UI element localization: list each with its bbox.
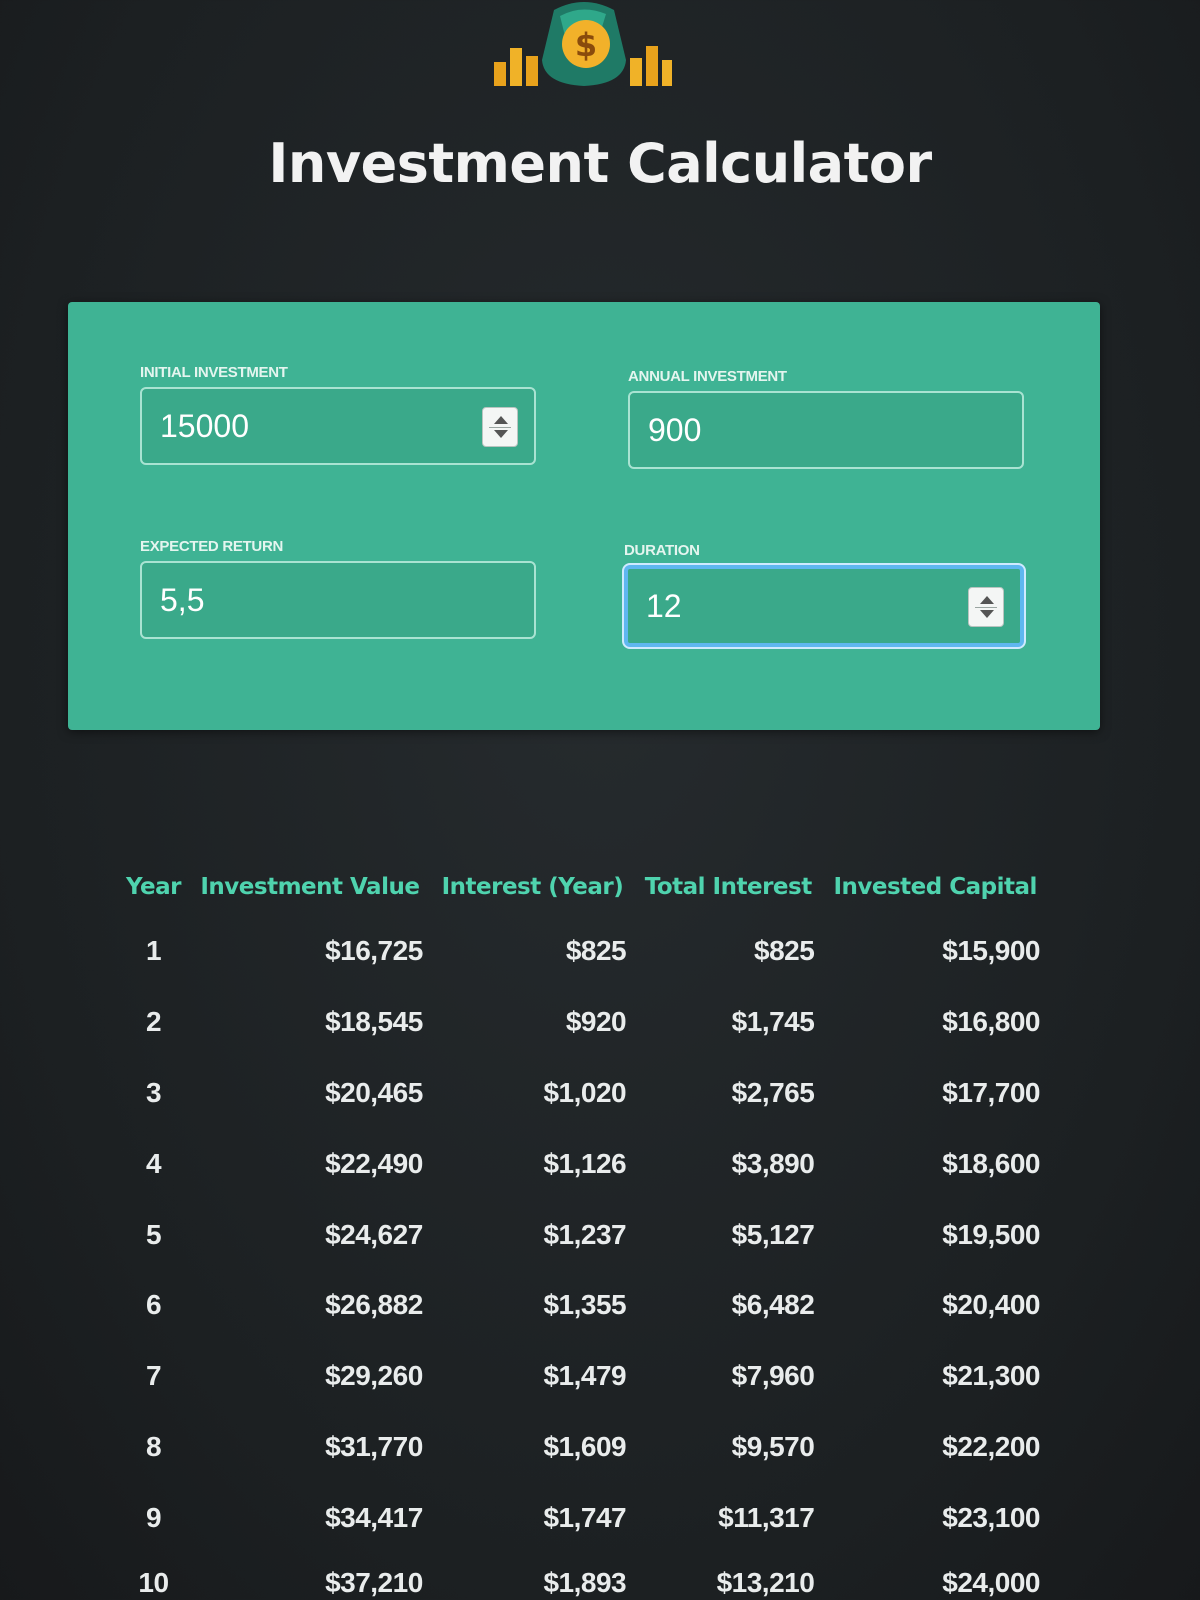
investment-value-cell: $20,465 xyxy=(325,1076,423,1108)
input-panel: Initial Investment 15000 Annual Investme… xyxy=(68,302,1100,730)
interest-year-cell: $1,237 xyxy=(543,1218,627,1250)
interest-year-cell: $1,747 xyxy=(543,1501,627,1533)
total-interest-cell: $5,127 xyxy=(731,1218,815,1250)
duration-label: Duration xyxy=(624,542,700,559)
table-row: 4 $22,490 $1,126 $3,890 $18,600 xyxy=(118,1128,1048,1199)
initial-investment-value: 15000 xyxy=(160,407,249,444)
table-row: 10 $37,210 $1,893 $13,210 $24,000 xyxy=(118,1553,1048,1600)
total-interest-cell: $13,210 xyxy=(716,1567,815,1599)
invested-capital-cell: $22,200 xyxy=(942,1430,1040,1462)
total-interest-cell: $1,745 xyxy=(731,1006,815,1038)
table-row: 8 $31,770 $1,609 $9,570 $22,200 xyxy=(118,1412,1048,1483)
page-title: Investment Calculator xyxy=(268,132,932,195)
interest-year-cell: $1,479 xyxy=(543,1360,627,1392)
invested-capital-cell: $24,000 xyxy=(942,1567,1040,1599)
expected-return-field: Expected Return 5,5 xyxy=(140,538,536,639)
table-row: 2 $18,545 $920 $1,745 $16,800 xyxy=(118,987,1048,1058)
invested-capital-cell: $23,100 xyxy=(942,1501,1040,1533)
total-interest-cell: $11,317 xyxy=(718,1501,815,1533)
investment-value-cell: $16,725 xyxy=(325,935,423,967)
investment-value-cell: $24,627 xyxy=(325,1218,423,1250)
column-header-investment-value: Investment Value xyxy=(200,874,420,900)
table-row: 1 $16,725 $825 $825 $15,900 xyxy=(118,916,1048,987)
duration-field: Duration 12 xyxy=(624,542,1024,647)
number-spinner-icon[interactable] xyxy=(482,407,518,447)
results-header-row: Year Investment Value Interest (Year) To… xyxy=(118,858,1048,916)
invested-capital-cell: $19,500 xyxy=(942,1218,1040,1250)
year-cell: 6 xyxy=(145,1289,162,1321)
svg-text:$: $ xyxy=(575,26,597,64)
year-cell: 3 xyxy=(145,1076,162,1108)
investment-value-cell: $31,770 xyxy=(325,1430,423,1462)
number-spinner-icon[interactable] xyxy=(968,587,1004,627)
initial-investment-label: Initial Investment xyxy=(140,364,288,381)
investment-value-cell: $29,260 xyxy=(325,1360,423,1392)
annual-investment-label: Annual Investment xyxy=(628,368,787,385)
table-row: 7 $29,260 $1,479 $7,960 $21,300 xyxy=(118,1341,1048,1412)
year-cell: 10 xyxy=(138,1567,169,1599)
annual-investment-value: 900 xyxy=(648,411,702,448)
initial-investment-input[interactable]: 15000 xyxy=(140,387,536,465)
invested-capital-cell: $17,700 xyxy=(942,1076,1040,1108)
total-interest-cell: $9,570 xyxy=(731,1430,815,1462)
table-row: 5 $24,627 $1,237 $5,127 $19,500 xyxy=(118,1199,1048,1270)
interest-year-cell: $1,609 xyxy=(543,1430,627,1462)
investment-value-cell: $18,545 xyxy=(325,1006,423,1038)
results-table: Year Investment Value Interest (Year) To… xyxy=(118,858,1048,1600)
invested-capital-cell: $16,800 xyxy=(942,1006,1040,1038)
duration-value: 12 xyxy=(646,587,682,624)
column-header-total-interest: Total Interest xyxy=(644,874,813,900)
table-row: 6 $26,882 $1,355 $6,482 $20,400 xyxy=(118,1270,1048,1341)
table-row: 9 $34,417 $1,747 $11,317 $23,100 xyxy=(118,1482,1048,1553)
expected-return-label: Expected Return xyxy=(140,538,284,555)
annual-investment-input[interactable]: 900 xyxy=(628,391,1024,469)
total-interest-cell: $3,890 xyxy=(731,1147,815,1179)
year-cell: 8 xyxy=(145,1430,162,1462)
year-cell: 1 xyxy=(145,935,162,967)
invested-capital-cell: $18,600 xyxy=(942,1147,1040,1179)
year-cell: 2 xyxy=(145,1006,162,1038)
interest-year-cell: $1,355 xyxy=(543,1289,627,1321)
year-cell: 7 xyxy=(145,1360,162,1392)
investment-value-cell: $22,490 xyxy=(325,1147,423,1179)
year-cell: 5 xyxy=(145,1218,162,1250)
column-header-interest-year: Interest (Year) xyxy=(441,874,624,900)
duration-input[interactable]: 12 xyxy=(624,565,1024,647)
total-interest-cell: $825 xyxy=(754,935,815,967)
column-header-invested-capital: Invested Capital xyxy=(833,874,1037,900)
total-interest-cell: $7,960 xyxy=(731,1360,815,1392)
interest-year-cell: $825 xyxy=(565,935,627,967)
expected-return-value: 5,5 xyxy=(160,581,205,618)
invested-capital-cell: $21,300 xyxy=(942,1360,1040,1392)
invested-capital-cell: $15,900 xyxy=(942,935,1040,967)
money-bag-icon: $ xyxy=(494,2,672,86)
interest-year-cell: $1,893 xyxy=(543,1567,627,1599)
expected-return-input[interactable]: 5,5 xyxy=(140,561,536,639)
initial-investment-field: Initial Investment 15000 xyxy=(140,364,536,465)
table-row: 3 $20,465 $1,020 $2,765 $17,700 xyxy=(118,1058,1048,1129)
column-header-year: Year xyxy=(126,874,182,900)
interest-year-cell: $920 xyxy=(565,1006,627,1038)
year-cell: 9 xyxy=(145,1501,162,1533)
invested-capital-cell: $20,400 xyxy=(942,1289,1040,1321)
investment-value-cell: $34,417 xyxy=(325,1501,423,1533)
interest-year-cell: $1,126 xyxy=(543,1147,627,1179)
year-cell: 4 xyxy=(145,1147,162,1179)
investment-value-cell: $26,882 xyxy=(325,1289,423,1321)
investment-value-cell: $37,210 xyxy=(325,1567,423,1599)
total-interest-cell: $6,482 xyxy=(731,1289,815,1321)
interest-year-cell: $1,020 xyxy=(543,1076,627,1108)
annual-investment-field: Annual Investment 900 xyxy=(628,368,1024,469)
total-interest-cell: $2,765 xyxy=(731,1076,815,1108)
